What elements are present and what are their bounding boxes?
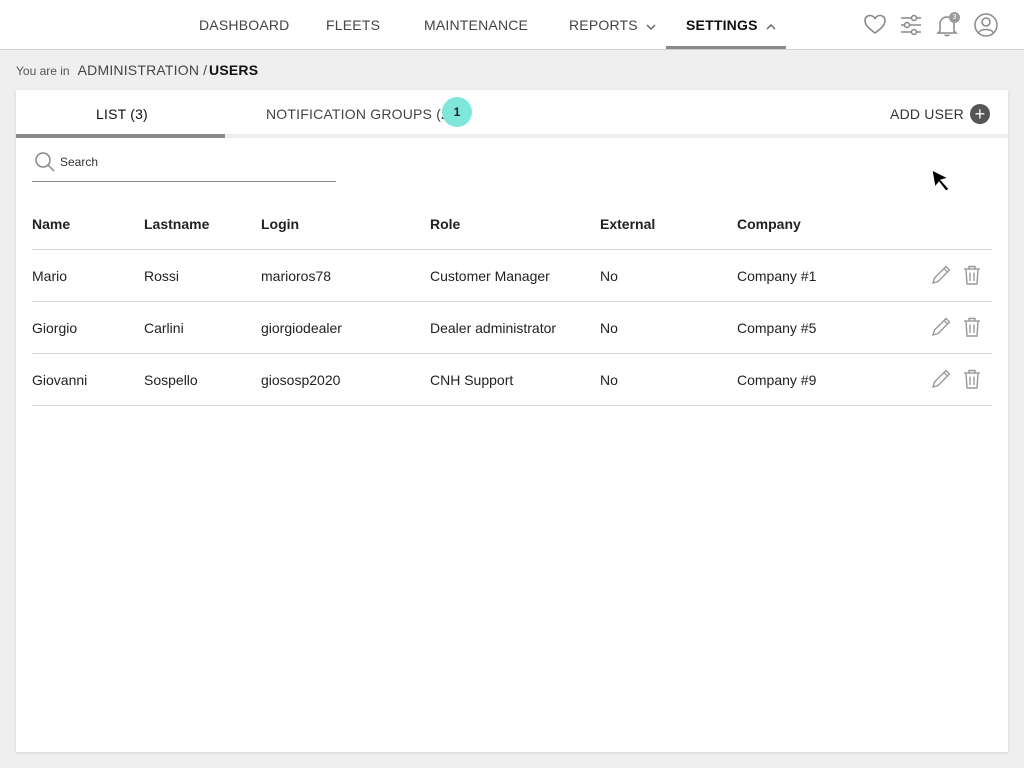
nav-settings[interactable]: SETTINGS (686, 0, 776, 50)
breadcrumb-prefix: You are in (16, 64, 70, 78)
plus-icon: + (970, 104, 990, 125)
cell-role: Dealer administrator (430, 320, 557, 336)
cell-login: marioros78 (261, 268, 332, 284)
column-header-company[interactable]: Company (737, 198, 801, 250)
breadcrumb-administration[interactable]: ADMINISTRATION (78, 62, 200, 78)
cell-name: Giorgio (32, 320, 78, 336)
add-user-button[interactable]: ADD USER + (890, 103, 990, 125)
delete-trash-icon[interactable] (961, 316, 983, 338)
tab-notification-groups[interactable]: NOTIFICATION GROUPS (2) (266, 90, 454, 138)
delete-trash-icon[interactable] (961, 368, 983, 390)
column-header-external[interactable]: External (600, 198, 655, 250)
cell-external: No (600, 320, 618, 336)
heart-icon[interactable] (863, 12, 887, 38)
nav-reports-label: REPORTS (569, 17, 638, 33)
breadcrumb-current: USERS (209, 62, 259, 78)
cell-name: Giovanni (32, 372, 88, 388)
table-row[interactable]: Giovanni Sospello giososp2020 CNH Suppor… (32, 354, 992, 406)
notification-groups-badge: 1 (442, 97, 472, 127)
breadcrumb-separator: / (203, 62, 208, 78)
cell-external: No (600, 268, 618, 284)
cell-role: CNH Support (430, 372, 514, 388)
tab-bar: LIST (3) NOTIFICATION GROUPS (2) 1 ADD U… (16, 90, 1008, 138)
edit-pencil-icon[interactable] (930, 316, 952, 338)
edit-pencil-icon[interactable] (930, 264, 952, 286)
column-header-lastname[interactable]: Lastname (144, 198, 209, 250)
nav-fleets[interactable]: FLEETS (326, 0, 380, 50)
column-header-login[interactable]: Login (261, 198, 299, 250)
cell-lastname: Sospello (144, 372, 198, 388)
cell-company: Company #5 (737, 320, 817, 336)
column-header-role[interactable]: Role (430, 198, 460, 250)
column-header-name[interactable]: Name (32, 198, 70, 250)
chevron-down-icon (646, 1, 656, 51)
cell-name: Mario (32, 268, 68, 284)
sliders-icon[interactable] (899, 12, 923, 38)
cell-login: giososp2020 (261, 372, 341, 388)
user-icon[interactable] (973, 12, 998, 38)
tab-list[interactable]: LIST (3) (96, 90, 148, 138)
delete-trash-icon[interactable] (961, 264, 983, 286)
top-nav-bar: DASHBOARD FLEETS MAINTENANCE REPORTS SET… (0, 0, 1024, 50)
cell-company: Company #9 (737, 372, 817, 388)
cell-login: giorgiodealer (261, 320, 342, 336)
breadcrumb: You are in ADMINISTRATION / USERS (16, 60, 258, 80)
search-input[interactable] (60, 152, 330, 172)
search-field[interactable] (32, 148, 336, 182)
cell-role: Customer Manager (430, 268, 550, 284)
users-table: Name Lastname Login Role External Compan… (32, 198, 992, 406)
table-row[interactable]: Mario Rossi marioros78 Customer Manager … (32, 250, 992, 302)
nav-maintenance[interactable]: MAINTENANCE (424, 0, 528, 50)
add-user-label: ADD USER (890, 106, 964, 122)
nav-dashboard[interactable]: DASHBOARD (199, 0, 289, 50)
search-icon (34, 151, 56, 173)
nav-reports[interactable]: REPORTS (569, 0, 656, 50)
mouse-pointer-icon (930, 169, 952, 193)
edit-pencil-icon[interactable] (930, 368, 952, 390)
users-card: LIST (3) NOTIFICATION GROUPS (2) 1 ADD U… (16, 90, 1008, 752)
tab-active-indicator (16, 134, 225, 138)
notification-count-badge: 3 (949, 12, 960, 23)
cell-external: No (600, 372, 618, 388)
nav-active-indicator (666, 46, 786, 49)
table-header-row: Name Lastname Login Role External Compan… (32, 198, 992, 250)
cell-lastname: Carlini (144, 320, 184, 336)
cell-company: Company #1 (737, 268, 817, 284)
chevron-up-icon (766, 1, 776, 51)
cell-lastname: Rossi (144, 268, 180, 284)
table-row[interactable]: Giorgio Carlini giorgiodealer Dealer adm… (32, 302, 992, 354)
nav-settings-label: SETTINGS (686, 17, 758, 33)
